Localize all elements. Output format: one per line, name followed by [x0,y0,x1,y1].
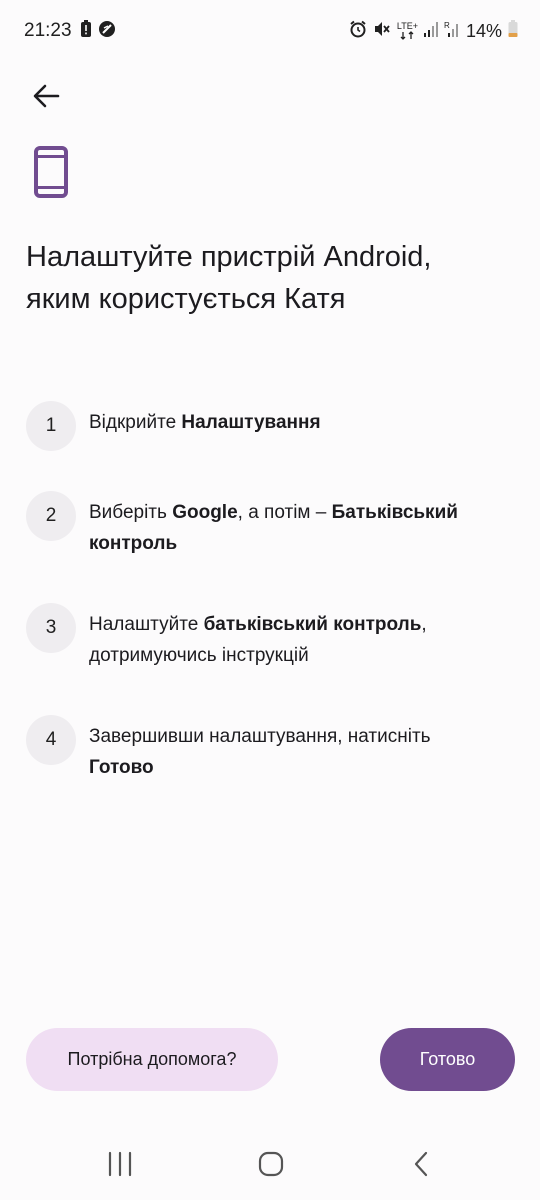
page-title: Налаштуйте пристрій Android, яким корист… [26,236,506,320]
step-text: Завершивши налаштування, натисніть Готов… [89,721,509,783]
status-left-icons [80,20,116,43]
step-text-part: дотримуючись інструкцій [89,645,309,666]
step-1: 1 Відкрийте Налаштування [26,401,516,461]
mute-icon [373,20,391,43]
lte-icon: LTE+ [396,20,418,42]
do-not-disturb-icon [98,20,116,43]
step-text-part: , [421,614,427,635]
step-3: 3 Налаштуйте батьківський контроль, дотр… [26,603,516,666]
battery-percent: 14% [465,21,502,41]
signal-icon [423,20,438,43]
step-text-part: Налаштуйте [89,614,204,635]
step-text-part: Виберіть [89,502,173,523]
title-line-2: яким користується Катя [26,283,346,315]
step-text-bold: Налаштування [181,412,321,433]
network-type: LTE+ [396,20,418,31]
battery-icon [508,20,518,43]
alarm-icon [349,20,367,43]
step-text-part: , а потім – [237,502,332,523]
step-4: 4 Завершивши налаштування, натисніть Гот… [26,715,516,778]
recent-apps-button[interactable] [100,1146,140,1182]
done-button[interactable]: Готово [380,1028,515,1091]
system-navbar [0,1128,540,1200]
step-text: Налаштуйте батьківський контроль, дотрим… [89,609,509,671]
step-number: 2 [26,491,76,541]
back-button[interactable] [26,76,66,116]
screen: 21:23 LTE+ R 14% Налаштуйте пристрій And… [0,0,540,1200]
status-right: LTE+ R 14% [349,20,518,43]
recent-apps-icon [108,1151,132,1177]
nav-back-button[interactable] [402,1146,442,1182]
title-line-1: Налаштуйте пристрій Android, [26,241,432,273]
status-time: 21:23 [24,20,72,41]
step-text: Виберіть Google, а потім – Батьківський … [89,497,509,559]
step-number: 3 [26,603,76,653]
step-text-bold: Готово [89,757,154,778]
step-number: 4 [26,715,76,765]
step-text-bold: Google [172,502,238,523]
nav-back-icon [414,1151,428,1177]
svg-text:R: R [444,21,450,30]
signal-roaming-icon: R [444,20,460,43]
step-2: 2 Виберіть Google, а потім – Батьківськи… [26,491,516,554]
phone-device-icon [34,146,68,198]
step-text-bold: батьківський контроль [203,614,422,635]
need-help-button[interactable]: Потрібна допомога? [26,1028,278,1091]
step-text-part: Завершивши налаштування, натисніть [89,726,431,747]
alert-battery-icon [80,20,92,43]
status-bar: 21:23 LTE+ R 14% [0,0,540,62]
step-text-part: Відкрийте [89,412,182,433]
arrow-back-icon [33,84,60,108]
step-text: Відкрийте Налаштування [89,407,509,438]
step-number: 1 [26,401,76,451]
home-button[interactable] [251,1146,291,1182]
home-icon [258,1151,284,1177]
